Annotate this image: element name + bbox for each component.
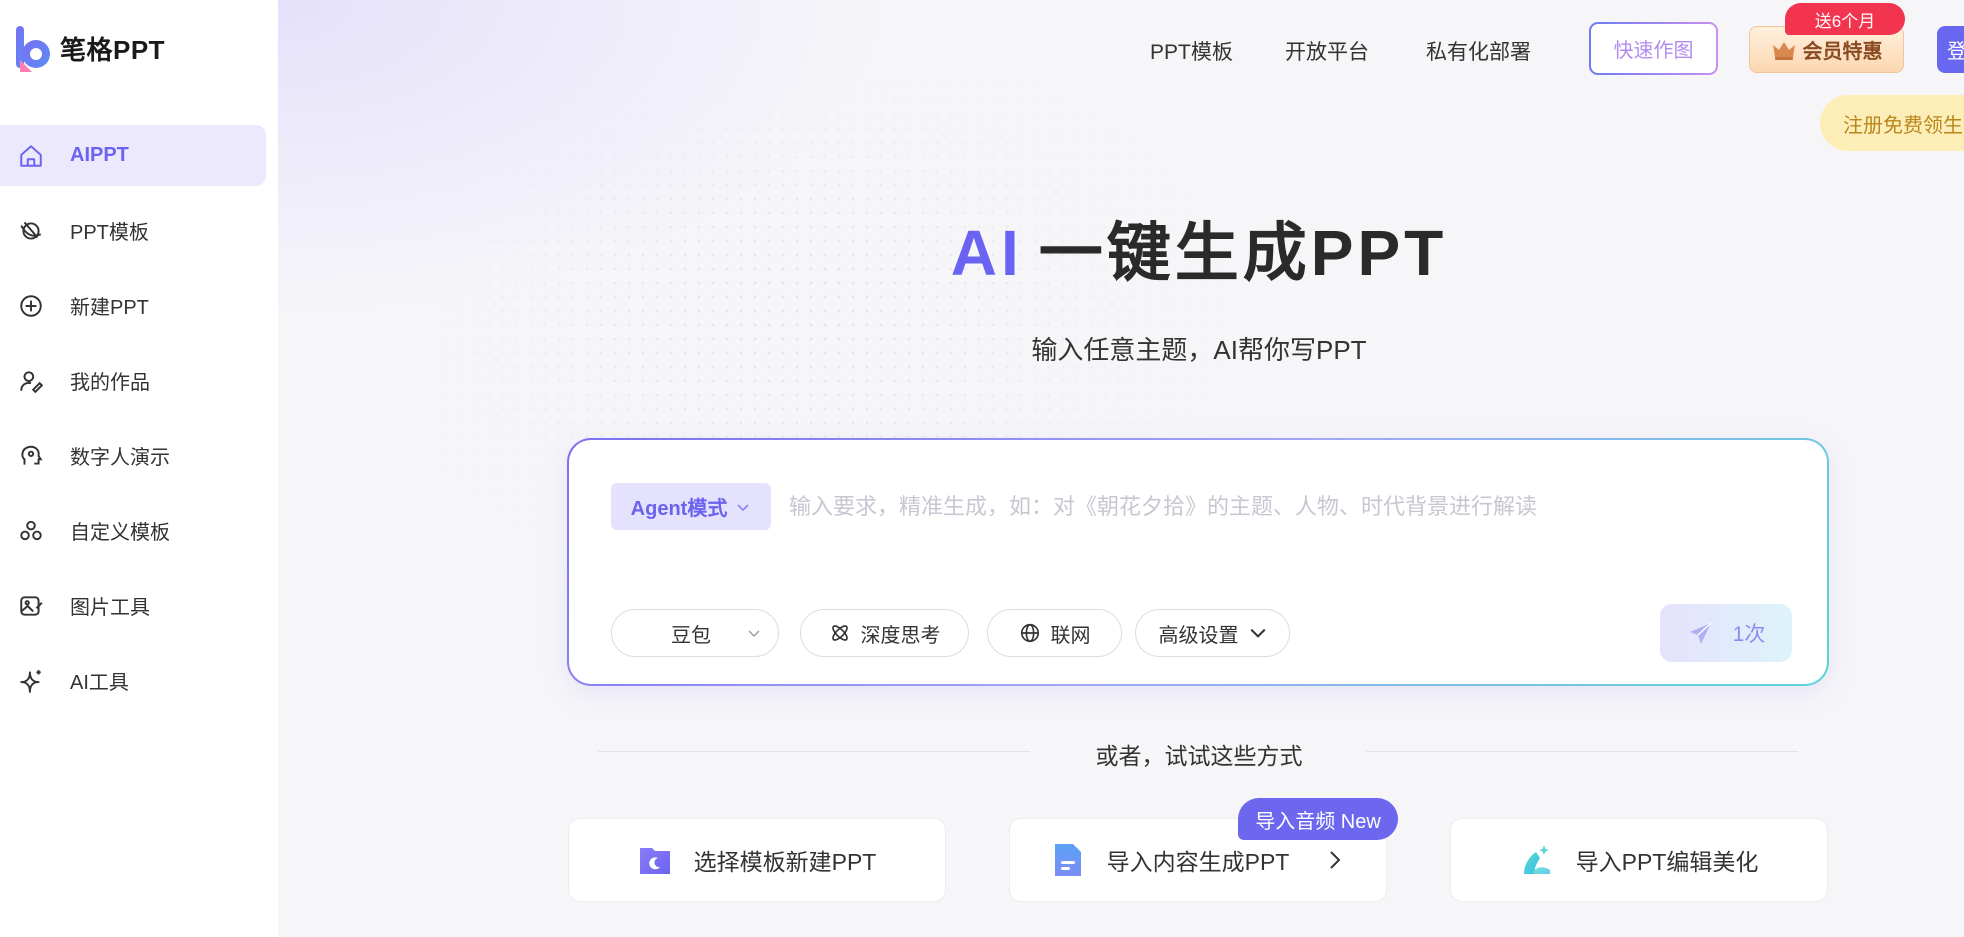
advanced-settings-label: 高级设置 — [1158, 624, 1239, 647]
deep-think-label: 深度思考 — [860, 624, 941, 647]
sidebar-item-label: 图片工具 — [70, 597, 150, 619]
nav-link-private-deploy[interactable]: 私有化部署 — [1426, 36, 1531, 66]
magic-icon — [1523, 845, 1550, 874]
advanced-settings-select[interactable]: 高级设置 — [1135, 609, 1290, 657]
hero-subtitle: 输入任意主题，AI帮你写PPT — [1031, 335, 1367, 365]
or-text: 或者，试试这些方式 — [1095, 743, 1303, 769]
model-select[interactable]: 豆包 — [611, 609, 779, 657]
vip-offer-label: 会员特惠 — [1802, 41, 1883, 63]
crown-icon — [1772, 41, 1795, 60]
sidebar-item-image-tools[interactable]: 图片工具 — [0, 575, 278, 636]
action-template-new[interactable]: 选择模板新建PPT — [568, 818, 946, 902]
register-banner[interactable]: 注册免费领生 — [1820, 95, 1964, 151]
prompt-card: Agent模式 豆包 深度思考 联网 高级设置 1次 — [567, 438, 1829, 686]
quick-draw-label: 快速作图 — [1591, 24, 1716, 73]
prompt-input[interactable] — [789, 483, 1749, 530]
sidebar-item-label: AIPPT — [70, 144, 129, 166]
atom-icon — [831, 625, 848, 641]
shapes-icon — [18, 518, 44, 544]
image-edit-icon — [18, 593, 44, 619]
web-search-label: 联网 — [1050, 624, 1091, 647]
globe-icon — [1020, 623, 1039, 643]
nav-link-open-platform[interactable]: 开放平台 — [1285, 36, 1369, 66]
action-label: 导入PPT编辑美化 — [1575, 849, 1759, 875]
digital-human-icon — [18, 443, 44, 469]
import-audio-new-badge[interactable]: 导入音频 New — [1238, 798, 1398, 840]
user-edit-icon — [18, 368, 44, 394]
action-label: 导入内容生成PPT — [1106, 849, 1290, 875]
sidebar-item-label: 自定义模板 — [70, 522, 170, 544]
vip-bonus-badge: 送6个月 — [1785, 3, 1905, 35]
model-select-label: 豆包 — [671, 624, 711, 647]
nav-link-ppt-template[interactable]: PPT模板 — [1150, 36, 1233, 66]
top-nav: PPT模板 开放平台 私有化部署 快速作图 会员特惠 送6个月 登 注册免费领生 — [0, 0, 1964, 151]
sidebar-item-label: 新建PPT — [70, 297, 149, 319]
prompt-card-body: Agent模式 豆包 深度思考 联网 高级设置 1次 — [569, 440, 1827, 684]
folder-icon — [639, 848, 670, 874]
sidebar: 笔格PPT AIPPT PPT模板 新建PPT 我的作品 数字人演示 自定义模板… — [0, 0, 278, 937]
home-icon — [18, 143, 44, 169]
quick-draw-button[interactable]: 快速作图 — [1589, 22, 1718, 75]
chevron-right-icon — [1330, 851, 1341, 869]
sidebar-item-label: AI工具 — [70, 672, 129, 694]
hero-title-rest: 一键生成PPT — [1038, 217, 1448, 289]
login-button[interactable]: 登 — [1937, 26, 1964, 73]
sidebar-item-custom-template[interactable]: 自定义模板 — [0, 500, 278, 561]
plus-circle-icon — [18, 293, 44, 319]
deep-think-toggle[interactable]: 深度思考 — [800, 609, 969, 657]
agent-mode-select[interactable]: Agent模式 — [611, 483, 771, 530]
send-button[interactable]: 1次 — [1660, 604, 1792, 662]
document-icon — [1054, 844, 1081, 876]
send-count: 1次 — [1732, 623, 1766, 646]
sidebar-item-label: 我的作品 — [70, 372, 150, 394]
sidebar-item-aippt[interactable]: AIPPT — [0, 125, 266, 186]
hero-title: AI 一键生成PPT — [0, 202, 1964, 294]
chevron-down-icon — [737, 503, 749, 511]
chevron-down-icon — [748, 630, 760, 637]
agent-mode-label: Agent模式 — [630, 498, 728, 520]
sidebar-item-digital-human[interactable]: 数字人演示 — [0, 425, 278, 486]
web-search-toggle[interactable]: 联网 — [987, 609, 1122, 657]
sidebar-item-ai-tools[interactable]: AI工具 — [0, 650, 278, 711]
hero-title-ai: AI — [950, 217, 1023, 289]
sidebar-item-label: 数字人演示 — [70, 447, 170, 469]
sparkle-icon — [18, 668, 44, 694]
send-icon — [1689, 622, 1712, 644]
chevron-down-icon — [1250, 628, 1265, 638]
action-import-ppt-beautify[interactable]: 导入PPT编辑美化 — [1450, 818, 1828, 902]
action-label: 选择模板新建PPT — [693, 849, 877, 875]
